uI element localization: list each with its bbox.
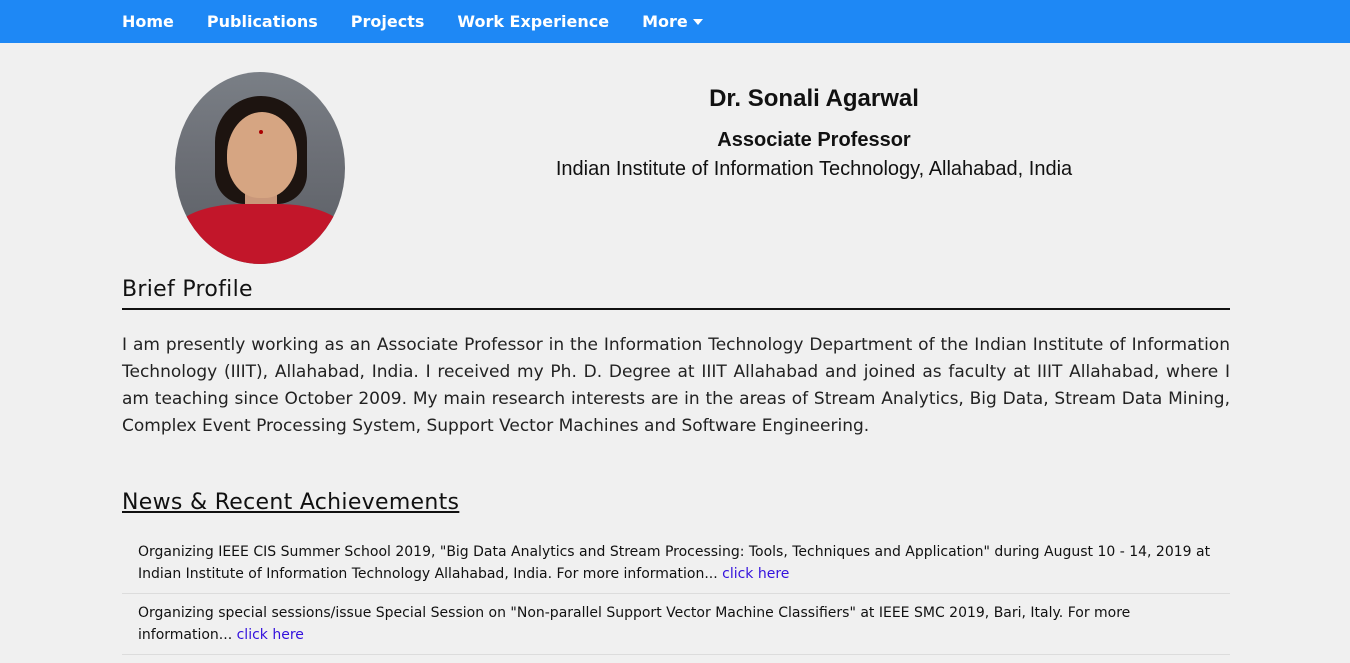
news-item-link[interactable]: click here bbox=[237, 627, 304, 643]
person-institute: Indian Institute of Information Technolo… bbox=[555, 158, 1073, 180]
nav-links: Home Publications Projects Work Experien… bbox=[122, 12, 703, 31]
news-list: Organizing IEEE CIS Summer School 2019, … bbox=[122, 533, 1230, 655]
news-item-text: Organizing IEEE CIS Summer School 2019, … bbox=[138, 544, 1211, 582]
brief-profile-text: I am presently working as an Associate P… bbox=[122, 335, 1230, 436]
news-item-link[interactable]: click here bbox=[722, 566, 789, 582]
nav-more-label: More bbox=[642, 12, 688, 31]
photo-bindi bbox=[259, 130, 263, 134]
news-item: Organizing IEEE CIS Summer School 2019, … bbox=[122, 533, 1230, 594]
person-position: Associate Professor bbox=[717, 129, 911, 151]
top-navbar: Home Publications Projects Work Experien… bbox=[0, 0, 1350, 43]
main-content: Dr. Sonali Agarwal Associate Professor I… bbox=[122, 43, 1230, 655]
name-block: Dr. Sonali Agarwal Associate Professor I… bbox=[514, 85, 1114, 181]
photo-face bbox=[227, 112, 297, 198]
profile-header: Dr. Sonali Agarwal Associate Professor I… bbox=[122, 43, 1230, 277]
brief-profile-heading: Brief Profile bbox=[122, 277, 1230, 310]
news-heading: News & Recent Achievements bbox=[122, 490, 460, 515]
nav-work-experience[interactable]: Work Experience bbox=[457, 12, 609, 31]
profile-photo bbox=[175, 72, 345, 264]
nav-publications[interactable]: Publications bbox=[207, 12, 318, 31]
nav-projects[interactable]: Projects bbox=[351, 12, 425, 31]
news-item: Organizing special sessions/issue Specia… bbox=[122, 594, 1230, 655]
person-name: Dr. Sonali Agarwal bbox=[709, 85, 919, 112]
caret-down-icon bbox=[692, 18, 703, 25]
photo-sari bbox=[175, 204, 345, 264]
nav-home[interactable]: Home bbox=[122, 12, 174, 31]
nav-more-dropdown[interactable]: More bbox=[642, 12, 703, 31]
